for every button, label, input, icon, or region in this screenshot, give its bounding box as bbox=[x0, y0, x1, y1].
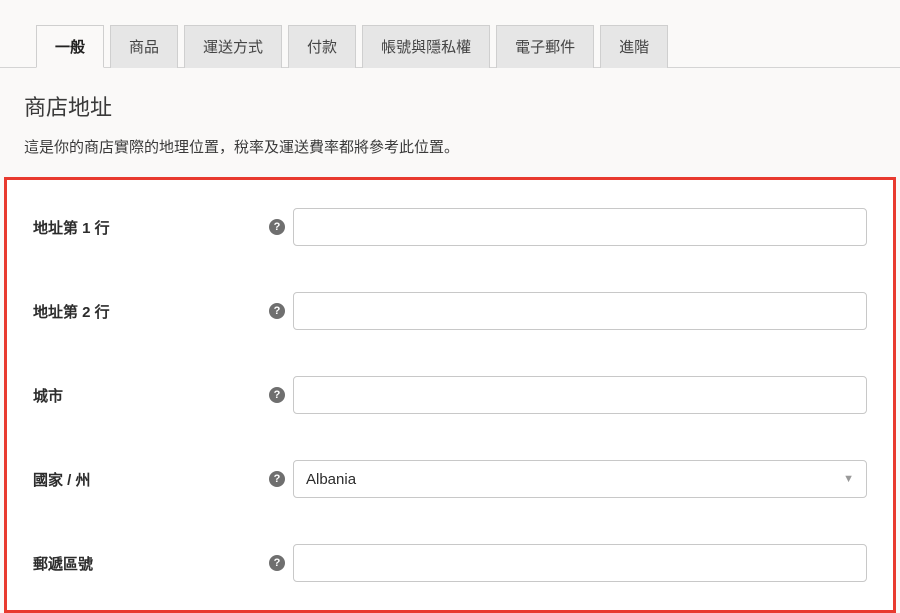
label-address2: 地址第 2 行 ? bbox=[33, 301, 293, 322]
tab-emails[interactable]: 電子郵件 bbox=[496, 25, 594, 68]
row-country: 國家 / 州 ? Albania ▼ bbox=[33, 460, 867, 498]
store-address-form: 地址第 1 行 ? 地址第 2 行 ? 城市 ? 國家 / 州 ? Albani… bbox=[4, 177, 896, 613]
tab-products[interactable]: 商品 bbox=[110, 25, 178, 68]
tab-privacy[interactable]: 帳號與隱私權 bbox=[362, 25, 490, 68]
input-postcode[interactable] bbox=[293, 544, 867, 582]
label-address2-text: 地址第 2 行 bbox=[33, 304, 110, 321]
label-postcode: 郵遞區號 ? bbox=[33, 553, 293, 574]
row-postcode: 郵遞區號 ? bbox=[33, 544, 867, 582]
tab-payments[interactable]: 付款 bbox=[288, 25, 356, 68]
row-address2: 地址第 2 行 ? bbox=[33, 292, 867, 330]
tab-general[interactable]: 一般 bbox=[36, 25, 104, 68]
input-address1[interactable] bbox=[293, 208, 867, 246]
row-city: 城市 ? bbox=[33, 376, 867, 414]
label-postcode-text: 郵遞區號 bbox=[33, 556, 93, 573]
section-title: 商店地址 bbox=[0, 68, 900, 136]
tab-shipping[interactable]: 運送方式 bbox=[184, 25, 282, 68]
select-country[interactable]: Albania ▼ bbox=[293, 460, 867, 498]
input-city[interactable] bbox=[293, 376, 867, 414]
label-city-text: 城市 bbox=[33, 388, 63, 405]
label-city: 城市 ? bbox=[33, 385, 293, 406]
label-country: 國家 / 州 ? bbox=[33, 469, 293, 490]
row-address1: 地址第 1 行 ? bbox=[33, 208, 867, 246]
label-address1-text: 地址第 1 行 bbox=[33, 220, 110, 237]
input-address2[interactable] bbox=[293, 292, 867, 330]
help-icon[interactable]: ? bbox=[269, 387, 285, 403]
help-icon[interactable]: ? bbox=[269, 555, 285, 571]
help-icon[interactable]: ? bbox=[269, 219, 285, 235]
label-address1: 地址第 1 行 ? bbox=[33, 217, 293, 238]
select-country-value: Albania bbox=[306, 471, 356, 488]
section-description: 這是你的商店實際的地理位置，稅率及運送費率都將參考此位置。 bbox=[0, 136, 900, 177]
help-icon[interactable]: ? bbox=[269, 471, 285, 487]
tabs-nav: 一般 商品 運送方式 付款 帳號與隱私權 電子郵件 進階 bbox=[0, 24, 900, 68]
label-country-text: 國家 / 州 bbox=[33, 472, 91, 489]
tab-advanced[interactable]: 進階 bbox=[600, 25, 668, 68]
help-icon[interactable]: ? bbox=[269, 303, 285, 319]
chevron-down-icon: ▼ bbox=[843, 473, 854, 485]
